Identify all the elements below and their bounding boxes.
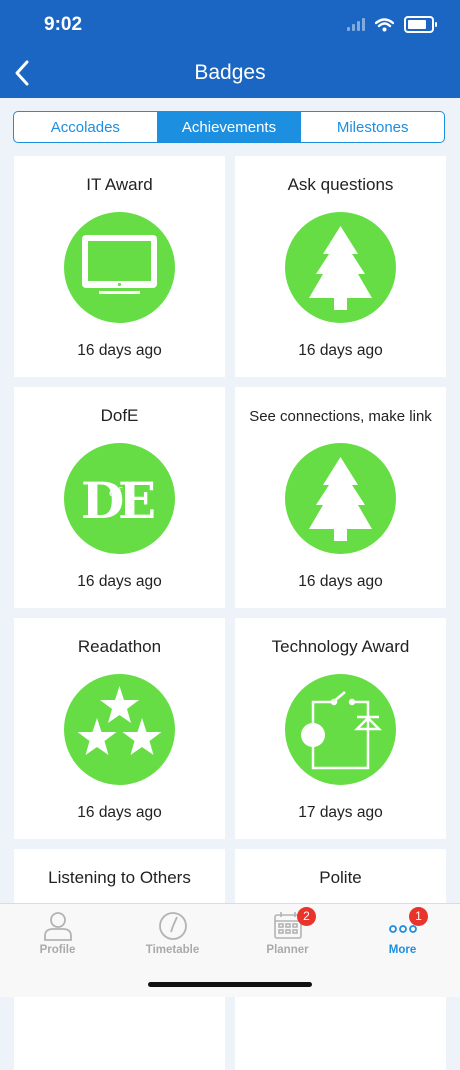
tab-more[interactable]: 1 More <box>345 904 460 964</box>
badge-date: 16 days ago <box>298 342 383 359</box>
badge-date: 16 days ago <box>77 573 162 590</box>
segment-achievements[interactable]: Achievements <box>157 112 302 142</box>
badge-name: Technology Award <box>271 637 410 656</box>
computer-monitor-icon <box>64 212 175 323</box>
status-time: 9:02 <box>44 14 83 35</box>
tab-timetable[interactable]: Timetable <box>115 904 230 964</box>
tab-label: More <box>388 944 417 956</box>
circuit-diagram-icon <box>285 674 396 785</box>
tab-planner[interactable]: 2 Planner <box>230 904 345 964</box>
badge-name: See connections, make link <box>249 408 432 425</box>
badge-card-readathon[interactable]: Readathon 16 days ago <box>14 618 225 839</box>
three-stars-icon <box>64 674 175 785</box>
badge-card-ask-questions[interactable]: Ask questions 16 days ago <box>235 156 446 377</box>
page-title: Badges <box>194 61 266 84</box>
badge-date: 17 days ago <box>298 804 383 821</box>
wifi-icon <box>375 17 394 31</box>
nav-header: 9:02 Badges <box>0 0 460 98</box>
badge-date: 16 days ago <box>77 342 162 359</box>
badge-card-technology-award[interactable]: Technology Award 17 days ago <box>235 618 446 839</box>
badge-name: Polite <box>319 868 362 887</box>
badge-card-it-award[interactable]: IT Award 16 days ago <box>14 156 225 377</box>
more-notification-badge: 1 <box>409 907 428 926</box>
svg-text:E: E <box>118 471 156 530</box>
badge-name: Listening to Others <box>48 868 191 887</box>
pine-tree-icon <box>285 212 396 323</box>
pine-tree-icon <box>285 443 396 554</box>
badge-name: DofE <box>100 406 139 425</box>
badge-name: Readathon <box>77 637 162 656</box>
tab-label: Planner <box>266 944 309 956</box>
badge-name: IT Award <box>86 175 153 194</box>
home-indicator <box>148 982 312 987</box>
dofe-logo-icon: D of E <box>64 443 175 554</box>
status-icons <box>347 16 437 33</box>
badge-card-dofe[interactable]: DofE D of E 16 days ago <box>14 387 225 608</box>
cellular-signal-icon <box>347 18 365 31</box>
segment-milestones[interactable]: Milestones <box>301 112 444 142</box>
bottom-tab-bar: Profile Timetable 2 Planner 1 More <box>0 903 460 997</box>
badge-card-see-connections[interactable]: See connections, make link 16 days ago <box>235 387 446 608</box>
badge-category-segmented-control: Accolades Achievements Milestones <box>13 111 445 143</box>
clock-icon <box>159 912 187 940</box>
person-icon <box>44 912 72 941</box>
badge-date: 16 days ago <box>298 573 383 590</box>
tab-profile[interactable]: Profile <box>0 904 115 964</box>
planner-notification-badge: 2 <box>297 907 316 926</box>
tab-label: Profile <box>39 944 76 956</box>
badge-name: Ask questions <box>287 175 394 194</box>
battery-icon <box>404 16 437 33</box>
badge-date: 16 days ago <box>77 804 162 821</box>
tab-label: Timetable <box>145 944 200 956</box>
segment-accolades[interactable]: Accolades <box>14 112 158 142</box>
